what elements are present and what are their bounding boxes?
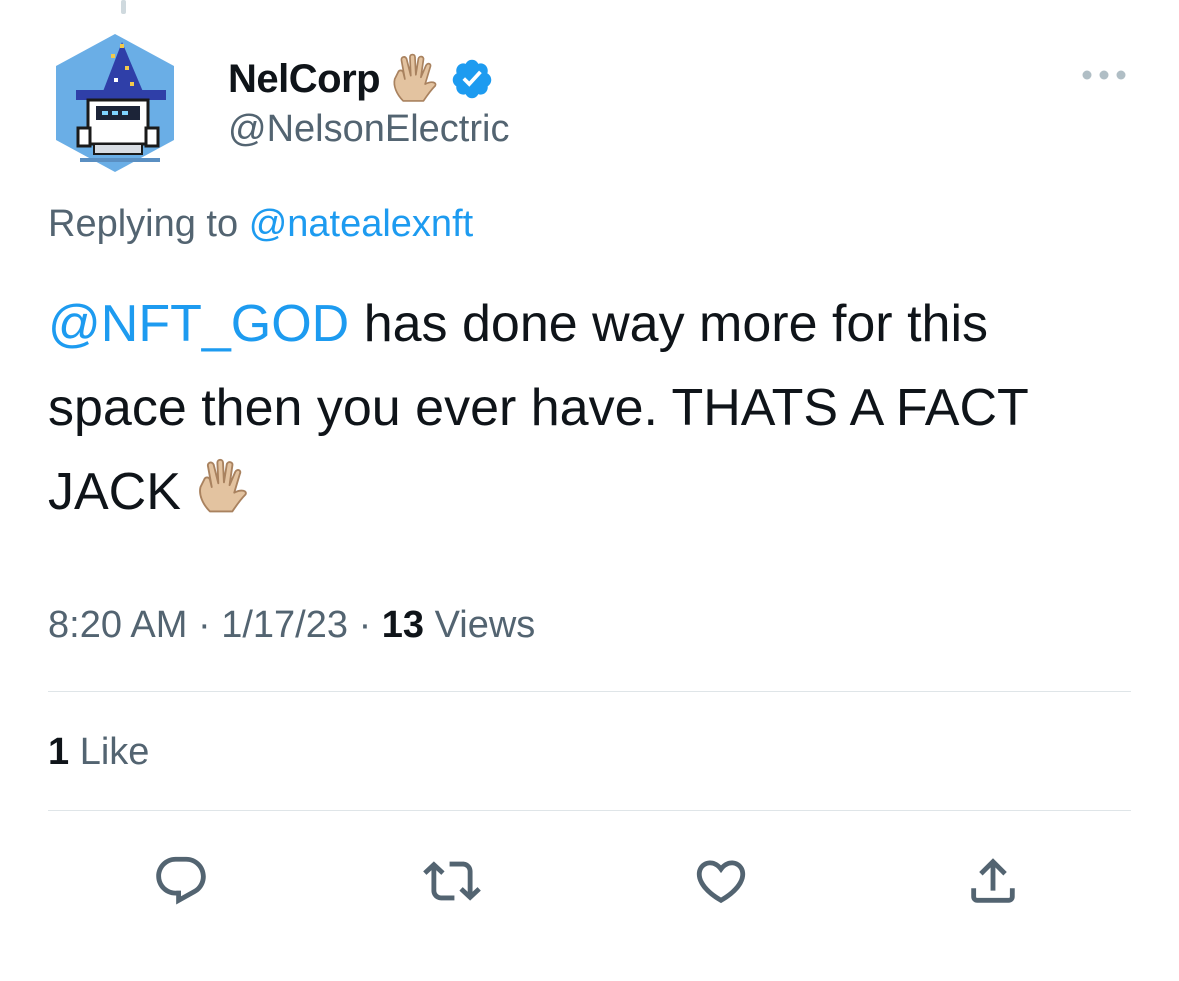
retweet-button[interactable] bbox=[421, 850, 483, 912]
replying-to-label: Replying to bbox=[48, 203, 239, 245]
tweet-mention-link[interactable]: @NFT_GOD bbox=[48, 295, 349, 353]
tweet-time[interactable]: 8:20 AM bbox=[48, 604, 187, 646]
author-display-name[interactable]: NelCorp bbox=[228, 57, 381, 102]
likes-label: Like bbox=[79, 731, 150, 773]
vulcan-salute-emoji-icon bbox=[199, 458, 247, 513]
tweet-text: @NFT_GOD has done way more for this spac… bbox=[48, 282, 1138, 534]
verified-badge-icon bbox=[452, 59, 492, 99]
share-button[interactable] bbox=[962, 850, 1024, 912]
meta-separator: · bbox=[197, 604, 211, 646]
wizard-robot-avatar-icon bbox=[56, 34, 174, 172]
replying-to-line: Replying to @natealexnft bbox=[48, 203, 473, 246]
like-button[interactable] bbox=[690, 850, 752, 912]
views-label: Views bbox=[434, 604, 536, 646]
views-count: 13 bbox=[381, 604, 425, 646]
author-name-row: NelCorp bbox=[228, 53, 494, 104]
share-icon bbox=[971, 858, 1015, 903]
divider bbox=[48, 810, 1131, 811]
likes-count: 1 bbox=[48, 731, 70, 773]
replying-to-mention-link[interactable]: @natealexnft bbox=[249, 203, 474, 245]
vulcan-salute-emoji-icon bbox=[393, 53, 437, 102]
meta-separator: · bbox=[358, 604, 372, 646]
thread-connector-line bbox=[121, 0, 126, 14]
tweet-date[interactable]: 1/17/23 bbox=[221, 604, 348, 646]
divider bbox=[48, 691, 1131, 692]
reply-button[interactable] bbox=[150, 850, 212, 912]
author-handle[interactable]: @NelsonElectric bbox=[228, 108, 509, 151]
more-options-icon[interactable] bbox=[1080, 68, 1128, 82]
likes-summary[interactable]: 1 Like bbox=[48, 731, 149, 774]
tweet-meta: 8:20 AM · 1/17/23 · 13 Views bbox=[48, 604, 535, 647]
like-icon bbox=[696, 860, 746, 904]
author-avatar[interactable] bbox=[50, 32, 180, 174]
retweet-icon bbox=[423, 861, 481, 901]
reply-icon bbox=[156, 856, 206, 905]
